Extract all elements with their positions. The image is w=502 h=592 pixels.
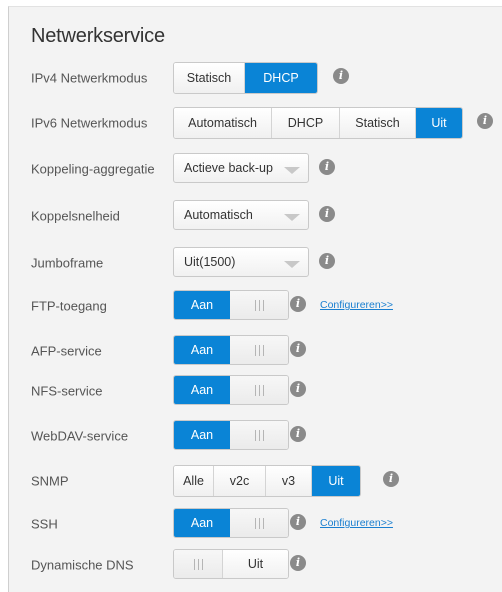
toggle-handle[interactable]: [230, 336, 288, 364]
snmp-label: SNMP: [31, 473, 69, 489]
info-icon[interactable]: i: [319, 206, 335, 222]
jumbo-value: Uit(1500): [184, 255, 236, 269]
info-icon[interactable]: i: [290, 341, 306, 357]
ipv4-option-static[interactable]: Statisch: [174, 63, 245, 93]
info-icon[interactable]: i: [290, 296, 306, 312]
link-speed-label: Koppelsnelheid: [31, 208, 120, 224]
nfs-label: NFS-service: [31, 383, 103, 399]
row-afp: AFP-service Aan i: [9, 335, 502, 367]
info-icon[interactable]: i: [383, 471, 399, 487]
ipv4-mode-selector: Statisch DHCP: [173, 62, 318, 94]
ipv4-option-dhcp[interactable]: DHCP: [245, 63, 317, 93]
aggregation-dropdown[interactable]: Actieve back-up: [173, 153, 309, 183]
ipv6-option-off[interactable]: Uit: [416, 108, 462, 138]
ipv6-mode-selector: Automatisch DHCP Statisch Uit: [173, 107, 463, 139]
toggle-on-label: Aan: [174, 291, 230, 319]
info-icon[interactable]: i: [290, 514, 306, 530]
toggle-handle[interactable]: [230, 509, 288, 537]
snmp-option-off[interactable]: Uit: [312, 466, 360, 496]
ipv6-option-dhcp[interactable]: DHCP: [272, 108, 340, 138]
webdav-toggle[interactable]: Aan: [173, 420, 289, 450]
info-icon[interactable]: i: [290, 381, 306, 397]
row-dynamic-dns: Dynamische DNS Uit i: [9, 549, 502, 581]
ddns-label: Dynamische DNS: [31, 557, 134, 573]
ssh-configure-link[interactable]: Configureren>>: [320, 517, 393, 529]
toggle-on-label: Aan: [174, 376, 230, 404]
snmp-option-v3[interactable]: v3: [266, 466, 312, 496]
ftp-configure-link[interactable]: Configureren>>: [320, 299, 393, 311]
jumbo-label: Jumboframe: [31, 255, 104, 271]
link-speed-value: Automatisch: [184, 208, 253, 222]
row-jumbo-frame: Jumboframe Uit(1500) i: [9, 247, 502, 279]
snmp-option-all[interactable]: Alle: [174, 466, 214, 496]
ipv6-label: IPv6 Netwerkmodus: [31, 115, 148, 131]
row-webdav: WebDAV-service Aan i: [9, 420, 502, 452]
aggregation-value: Actieve back-up: [184, 161, 273, 175]
chevron-down-icon: [284, 167, 300, 174]
toggle-on-label: Aan: [174, 336, 230, 364]
row-snmp: SNMP Alle v2c v3 Uit i: [9, 465, 502, 497]
ssh-toggle[interactable]: Aan: [173, 508, 289, 538]
chevron-down-icon: [284, 214, 300, 221]
toggle-on-label: Aan: [174, 421, 230, 449]
row-ipv4: IPv4 Netwerkmodus Statisch DHCP i: [9, 62, 502, 94]
toggle-handle[interactable]: [230, 421, 288, 449]
row-link-aggregation: Koppeling-aggregatie Actieve back-up i: [9, 153, 502, 185]
row-ssh: SSH Aan i Configureren>>: [9, 508, 502, 540]
afp-label: AFP-service: [31, 343, 102, 359]
row-ipv6: IPv6 Netwerkmodus Automatisch DHCP Stati…: [9, 107, 502, 139]
row-link-speed: Koppelsnelheid Automatisch i: [9, 200, 502, 232]
section-title: Netwerkservice: [31, 25, 165, 47]
ssh-label: SSH: [31, 516, 58, 532]
webdav-label: WebDAV-service: [31, 428, 129, 444]
info-icon[interactable]: i: [290, 555, 306, 571]
snmp-version-selector: Alle v2c v3 Uit: [173, 465, 361, 497]
toggle-on-label: Aan: [174, 509, 230, 537]
info-icon[interactable]: i: [290, 426, 306, 442]
toggle-handle[interactable]: [230, 291, 288, 319]
nfs-toggle[interactable]: Aan: [173, 375, 289, 405]
info-icon[interactable]: i: [477, 113, 493, 129]
ddns-toggle[interactable]: Uit: [173, 549, 289, 579]
link-speed-dropdown[interactable]: Automatisch: [173, 200, 309, 230]
toggle-handle[interactable]: [174, 550, 223, 578]
ftp-toggle[interactable]: Aan: [173, 290, 289, 320]
info-icon[interactable]: i: [319, 253, 335, 269]
ipv6-option-auto[interactable]: Automatisch: [174, 108, 272, 138]
jumbo-dropdown[interactable]: Uit(1500): [173, 247, 309, 277]
row-nfs: NFS-service Aan i: [9, 375, 502, 407]
aggregation-label: Koppeling-aggregatie: [31, 161, 155, 177]
ftp-label: FTP-toegang: [31, 298, 107, 314]
info-icon[interactable]: i: [319, 159, 335, 175]
ipv4-label: IPv4 Netwerkmodus: [31, 70, 148, 86]
chevron-down-icon: [284, 261, 300, 268]
afp-toggle[interactable]: Aan: [173, 335, 289, 365]
toggle-handle[interactable]: [230, 376, 288, 404]
ipv6-option-static[interactable]: Statisch: [340, 108, 416, 138]
network-service-panel: Netwerkservice IPv4 Netwerkmodus Statisc…: [8, 6, 502, 592]
info-icon[interactable]: i: [333, 68, 349, 84]
snmp-option-v2c[interactable]: v2c: [214, 466, 266, 496]
row-ftp: FTP-toegang Aan i Configureren>>: [9, 290, 502, 322]
toggle-off-label: Uit: [223, 550, 288, 578]
